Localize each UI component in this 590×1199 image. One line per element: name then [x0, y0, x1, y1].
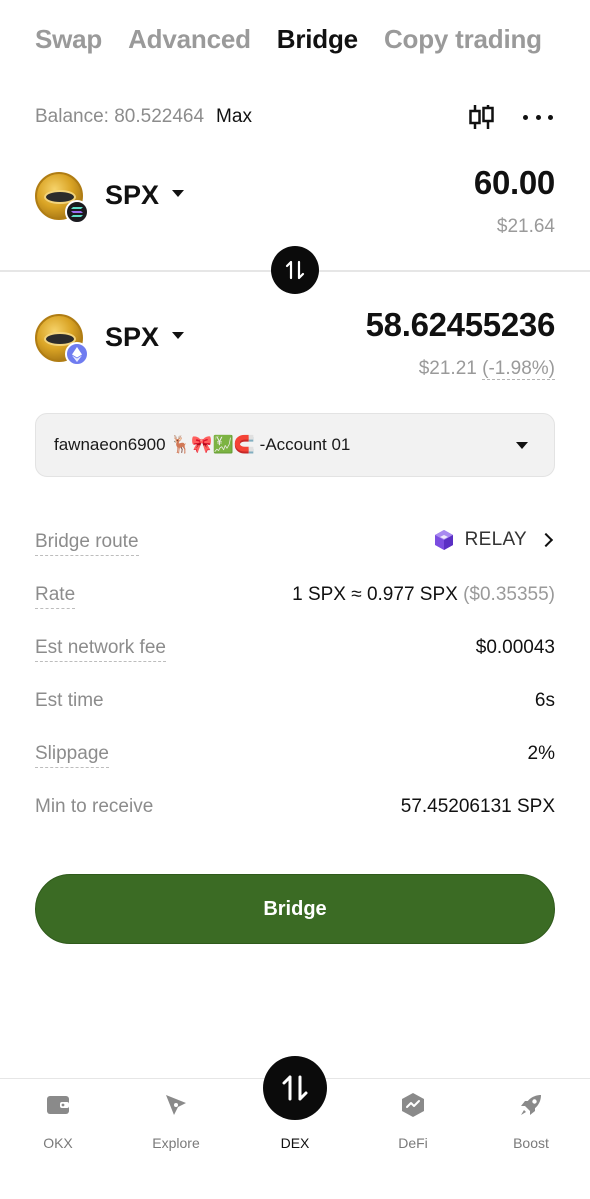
chevron-down-icon[interactable] — [172, 332, 184, 339]
detail-row-est-time: Est time 6s — [35, 684, 555, 737]
detail-row-min-receive: Min to receive 57.45206131 SPX — [35, 790, 555, 843]
detail-row-network-fee: Est network fee $0.00043 — [35, 631, 555, 684]
relay-icon — [434, 530, 453, 550]
detail-row-slippage: Slippage 2% — [35, 737, 555, 790]
bridge-route-label[interactable]: Bridge route — [35, 531, 139, 556]
from-amount-input[interactable]: 60.00 — [474, 164, 555, 202]
bridge-route-value: RELAY — [464, 529, 527, 550]
to-fiat-value: $21.21 (-1.98%) — [419, 358, 555, 380]
chevron-down-icon[interactable] — [172, 190, 184, 197]
rocket-icon — [521, 1095, 541, 1115]
nav-item-boost[interactable]: Boost — [486, 1091, 576, 1151]
price-impact[interactable]: (-1.98%) — [482, 358, 555, 380]
from-token-row: SPX 60.00 $21.64 — [35, 160, 555, 240]
to-token-selector[interactable]: SPX — [105, 322, 159, 353]
top-tabs: Swap Advanced Bridge Copy trading — [35, 24, 568, 55]
nav-label-defi: DeFi — [398, 1135, 428, 1151]
compass-icon — [166, 1095, 186, 1115]
to-fiat-amount: $21.21 — [418, 358, 477, 379]
account-label: fawnaeon6900 🦌🎀💹🧲 -Account 01 — [54, 435, 351, 454]
dex-button[interactable] — [263, 1056, 327, 1120]
swap-arrows-icon — [285, 260, 305, 280]
nav-label-boost: Boost — [513, 1135, 549, 1151]
ethereum-icon — [65, 342, 89, 366]
from-token-selector[interactable]: SPX — [105, 180, 159, 211]
tab-advanced[interactable]: Advanced — [128, 24, 251, 55]
balance-row: Balance: 80.522464 Max — [35, 103, 555, 131]
bottom-nav: OKX Explore DEX DeFi Boost — [0, 1056, 590, 1199]
slippage-label[interactable]: Slippage — [35, 743, 109, 768]
to-token-row: SPX 58.62455236 $21.21 (-1.98%) — [35, 302, 555, 382]
nav-item-okx[interactable]: OKX — [13, 1091, 103, 1151]
network-fee-label[interactable]: Est network fee — [35, 637, 166, 662]
candlestick-chart-icon[interactable] — [467, 103, 497, 131]
to-amount: 58.62455236 — [365, 306, 556, 343]
tab-swap[interactable]: Swap — [35, 24, 102, 55]
detail-row-bridge-route: Bridge route RELAY — [35, 525, 555, 578]
rate-value: 1 SPX ≈ 0.977 SPX ($0.35355) — [292, 584, 555, 606]
min-receive-label: Min to receive — [35, 796, 154, 817]
account-selector[interactable]: fawnaeon6900 🦌🎀💹🧲 -Account 01 — [35, 413, 555, 477]
max-button[interactable]: Max — [216, 106, 252, 128]
defi-icon — [402, 1093, 424, 1117]
tab-copy-trading[interactable]: Copy trading — [384, 24, 542, 55]
min-receive-value: 57.45206131 SPX — [400, 796, 555, 817]
nav-item-explore[interactable]: Explore — [131, 1091, 221, 1151]
swap-direction-button[interactable] — [271, 246, 319, 294]
nav-label-dex: DEX — [280, 1135, 310, 1151]
swap-arrows-icon — [282, 1075, 308, 1101]
rate-fiat: ($0.35355) — [463, 584, 555, 605]
rate-text: 1 SPX ≈ 0.977 SPX — [292, 584, 458, 605]
nav-label-okx: OKX — [43, 1135, 73, 1151]
bridge-details: Bridge route RELAY Rate 1 SPX ≈ 0.977 SP… — [35, 525, 555, 843]
est-time-value: 6s — [534, 690, 555, 711]
slippage-value[interactable]: 2% — [528, 743, 555, 765]
detail-row-rate: Rate 1 SPX ≈ 0.977 SPX ($0.35355) — [35, 578, 555, 631]
nav-label-explore: Explore — [152, 1135, 200, 1151]
rate-label[interactable]: Rate — [35, 584, 76, 609]
chevron-right-icon — [538, 532, 554, 548]
balance-label: Balance: 80.522464 — [35, 106, 205, 127]
chevron-down-icon — [516, 442, 528, 449]
more-options-icon[interactable] — [523, 103, 553, 131]
est-time-label: Est time — [35, 690, 104, 711]
wallet-icon — [47, 1096, 69, 1114]
solana-icon — [65, 200, 89, 224]
bridge-button[interactable]: Bridge — [35, 874, 555, 944]
bridge-route-selector[interactable]: RELAY — [433, 529, 555, 551]
from-fiat-value: $21.64 — [496, 216, 555, 237]
tab-bridge[interactable]: Bridge — [277, 24, 358, 55]
network-fee-value: $0.00043 — [475, 637, 555, 658]
nav-item-defi[interactable]: DeFi — [368, 1091, 458, 1151]
